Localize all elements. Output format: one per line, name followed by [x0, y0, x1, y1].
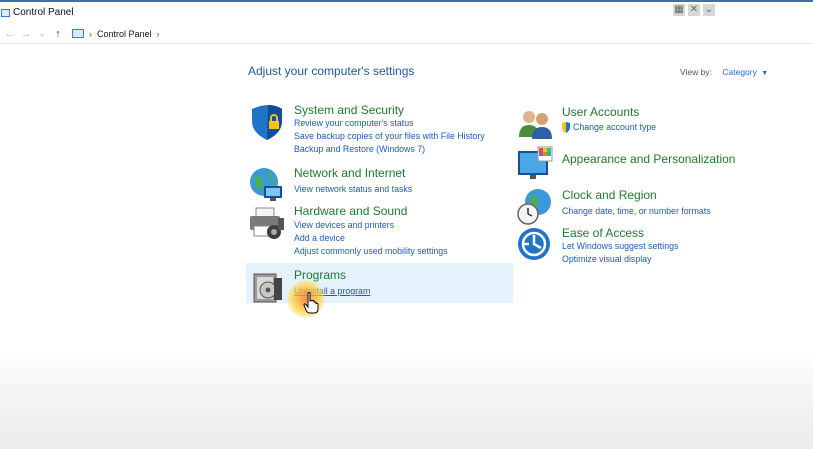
link-suggest-settings[interactable]: Let Windows suggest settings — [562, 241, 678, 251]
category-appearance: Appearance and Personalization — [516, 145, 776, 183]
view-by-dropdown[interactable]: Category — [722, 67, 757, 77]
link-backup-restore[interactable]: Backup and Restore (Windows 7) — [294, 144, 425, 154]
network-globe-icon — [250, 168, 282, 201]
caret-down-icon[interactable]: ▼ — [761, 70, 768, 77]
link-network-status[interactable]: View network status and tasks — [294, 184, 412, 194]
link-devices-printers[interactable]: View devices and printers — [294, 220, 394, 230]
category-title[interactable]: System and Security — [294, 103, 404, 117]
breadcrumb-separator-icon[interactable]: › — [157, 29, 160, 39]
link-date-time-formats[interactable]: Change date, time, or number formats — [562, 206, 711, 216]
window-toolbar: ▦ ✕ ⌄ — [673, 4, 715, 16]
uac-shield-icon — [562, 122, 570, 133]
hand-cursor-icon — [303, 292, 319, 314]
display-personalization-icon — [518, 146, 553, 179]
category-hardware-and-sound: Hardware and Sound View devices and prin… — [248, 204, 508, 258]
category-title[interactable]: Network and Internet — [294, 166, 405, 180]
forward-arrow-icon[interactable]: → — [18, 28, 34, 40]
category-title[interactable]: Ease of Access — [562, 226, 644, 240]
link-change-account-type[interactable]: Change account type — [573, 122, 656, 132]
link-file-history[interactable]: Save backup copies of your files with Fi… — [294, 131, 485, 141]
category-system-and-security: System and Security Review your computer… — [248, 103, 508, 155]
grid-icon[interactable]: ▦ — [673, 4, 685, 16]
view-by: View by: Category ▼ — [680, 67, 768, 77]
category-network-and-internet: Network and Internet View network status… — [248, 166, 508, 201]
control-panel-icon — [1, 8, 10, 17]
breadcrumb-separator-icon: › — [89, 28, 92, 39]
window-title: Control Panel — [13, 7, 74, 18]
back-arrow-icon[interactable]: ← — [2, 28, 18, 40]
ease-of-access-icon — [518, 228, 550, 260]
recent-dropdown-icon[interactable]: ⌄ — [34, 29, 50, 38]
close-icon[interactable]: ✕ — [688, 4, 700, 16]
link-mobility-settings[interactable]: Adjust commonly used mobility settings — [294, 246, 448, 256]
category-title[interactable]: Appearance and Personalization — [562, 152, 735, 166]
security-shield-icon — [252, 105, 282, 140]
category-title[interactable]: Hardware and Sound — [294, 204, 407, 218]
page-title: Adjust your computer's settings — [248, 64, 415, 78]
clock-globe-icon — [517, 189, 551, 225]
address-bar: ← → ⌄ ↑ › Control Panel › — [0, 24, 813, 44]
breadcrumb-control-panel[interactable]: Control Panel — [97, 29, 152, 39]
programs-box-icon — [253, 273, 282, 303]
category-title[interactable]: Clock and Region — [562, 188, 657, 202]
category-ease-of-access: Ease of Access Let Windows suggest setti… — [516, 226, 776, 266]
users-icon — [519, 111, 552, 139]
link-add-device[interactable]: Add a device — [294, 233, 345, 243]
category-clock-and-region: Clock and Region Change date, time, or n… — [516, 188, 776, 225]
up-arrow-icon[interactable]: ↑ — [50, 28, 66, 40]
printer-icon — [250, 207, 284, 239]
view-by-label: View by: — [680, 67, 712, 77]
title-bar: Control Panel ▦ ✕ ⌄ — [0, 2, 813, 23]
chevron-down-icon[interactable]: ⌄ — [703, 4, 715, 16]
category-title[interactable]: User Accounts — [562, 105, 639, 119]
category-user-accounts: User Accounts Change account type — [516, 105, 776, 139]
link-optimize-display[interactable]: Optimize visual display — [562, 254, 651, 264]
window-bottom-area — [0, 355, 813, 449]
link-review-status[interactable]: Review your computer's status — [294, 118, 414, 128]
control-panel-icon — [72, 29, 84, 38]
